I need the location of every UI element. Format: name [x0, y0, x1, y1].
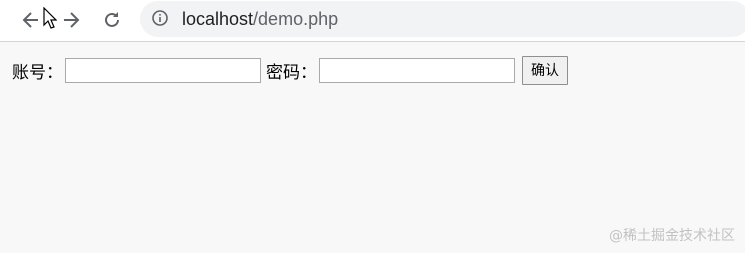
- url-host: localhost: [182, 9, 254, 29]
- login-form: 账号： 密码： 确认: [12, 55, 568, 85]
- browser-toolbar: localhost/demo.php: [0, 0, 745, 42]
- mouse-cursor-icon: [43, 6, 58, 29]
- info-icon[interactable]: [152, 10, 168, 26]
- confirm-button[interactable]: 确认: [522, 55, 568, 85]
- reload-icon[interactable]: [100, 8, 124, 32]
- back-arrow-icon[interactable]: [19, 8, 43, 32]
- forward-arrow-icon[interactable]: [59, 8, 83, 32]
- account-input[interactable]: [65, 57, 261, 83]
- password-label: 密码：: [266, 62, 317, 83]
- account-label: 账号：: [12, 62, 63, 83]
- url-text[interactable]: localhost/demo.php: [182, 8, 338, 30]
- url-path: /demo.php: [253, 9, 339, 29]
- watermark: @稀土掘金技术社区: [609, 228, 735, 244]
- password-input[interactable]: [319, 57, 515, 83]
